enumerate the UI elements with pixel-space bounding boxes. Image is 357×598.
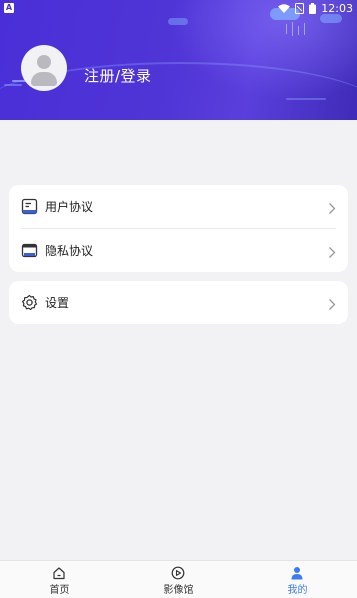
menu-item-user-agreement[interactable]: 用户协议 bbox=[9, 185, 348, 228]
person-icon bbox=[290, 565, 304, 580]
gear-icon bbox=[21, 294, 38, 311]
tab-label: 影像馆 bbox=[163, 585, 194, 596]
tab-mine[interactable]: 我的 bbox=[238, 561, 357, 598]
header-rain bbox=[292, 22, 293, 36]
bottom-navigation: 首页 影像馆 我的 bbox=[0, 560, 357, 598]
menu-item-label: 用户协议 bbox=[45, 200, 94, 214]
window-icon bbox=[21, 242, 38, 259]
header-rain bbox=[298, 26, 299, 35]
notification-icon: A bbox=[4, 3, 14, 13]
login-register-link[interactable]: 注册/登录 bbox=[84, 65, 152, 86]
header-streak bbox=[4, 84, 22, 86]
wifi-icon bbox=[278, 3, 291, 14]
tab-label: 首页 bbox=[49, 585, 70, 596]
chevron-right-icon bbox=[328, 296, 336, 315]
agreements-card: 用户协议 隐私协议 bbox=[9, 185, 348, 272]
document-icon bbox=[21, 198, 38, 215]
tab-home[interactable]: 首页 bbox=[0, 561, 119, 598]
play-circle-icon bbox=[171, 565, 185, 580]
status-time: 12:03 bbox=[321, 2, 353, 15]
settings-card: 设置 bbox=[9, 281, 348, 324]
tab-label: 我的 bbox=[287, 585, 308, 596]
header-streak bbox=[286, 98, 326, 100]
menu-item-label: 隐私协议 bbox=[45, 244, 94, 258]
header-cloud bbox=[168, 18, 188, 25]
header-rain bbox=[304, 23, 305, 35]
avatar-head bbox=[37, 55, 51, 69]
home-icon bbox=[52, 565, 66, 580]
menu-item-privacy-agreement[interactable]: 隐私协议 bbox=[9, 229, 348, 272]
menu-item-label: 设置 bbox=[45, 296, 70, 310]
status-bar: A 12:03 bbox=[0, 0, 357, 18]
chevron-right-icon bbox=[328, 244, 336, 263]
header-rain bbox=[286, 24, 287, 34]
tab-gallery[interactable]: 影像馆 bbox=[119, 561, 238, 598]
chevron-right-icon bbox=[328, 200, 336, 219]
no-sim-icon bbox=[295, 3, 305, 14]
avatar-body bbox=[31, 72, 57, 86]
menu-item-settings[interactable]: 设置 bbox=[9, 281, 348, 324]
avatar[interactable] bbox=[21, 45, 67, 91]
battery-icon bbox=[309, 3, 317, 14]
status-bar-right: 12:03 bbox=[278, 2, 353, 15]
